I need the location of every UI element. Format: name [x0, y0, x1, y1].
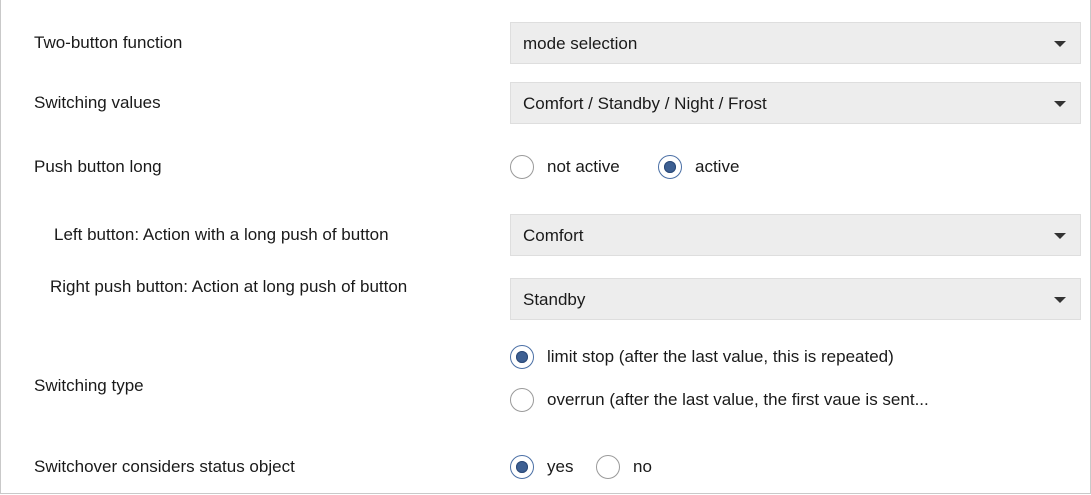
two-button-function-label: Two-button function — [34, 33, 183, 52]
row-right-button-long: Right push button: Action at long push o… — [0, 277, 1091, 320]
radio-label: active — [695, 157, 740, 176]
left-button-long-dropdown[interactable]: Comfort — [510, 214, 1081, 256]
dropdown-value: mode selection — [523, 34, 638, 53]
switching-type-label: Switching type — [34, 376, 144, 395]
radio-label: not active — [547, 157, 620, 176]
radio-button-icon — [510, 345, 534, 369]
radio-active[interactable]: active — [658, 155, 739, 179]
radio-button-icon — [658, 155, 682, 179]
dropdown-value: Standby — [523, 290, 586, 309]
chevron-down-icon — [1054, 297, 1066, 303]
switchover-status-label: Switchover considers status object — [34, 457, 295, 476]
row-left-button-long: Left button: Action with a long push of … — [0, 214, 1091, 256]
radio-button-icon — [510, 388, 534, 412]
row-two-button-function: Two-button function mode selection — [0, 22, 1091, 64]
chevron-down-icon — [1054, 41, 1066, 47]
row-switchover-status: Switchover considers status object yes n… — [0, 446, 1091, 488]
switching-values-label: Switching values — [34, 93, 161, 112]
radio-button-icon — [510, 455, 534, 479]
two-button-function-dropdown[interactable]: mode selection — [510, 22, 1081, 64]
radio-no[interactable]: no — [596, 455, 652, 479]
radio-not-active[interactable]: not active — [510, 155, 620, 179]
radio-overrun[interactable]: overrun (after the last value, the first… — [510, 388, 929, 412]
right-button-long-label: Right push button: Action at long push o… — [50, 277, 408, 296]
radio-button-icon — [510, 155, 534, 179]
row-switching-values: Switching values Comfort / Standby / Nig… — [0, 82, 1091, 124]
radio-label: overrun (after the last value, the first… — [547, 390, 929, 409]
radio-limit-stop[interactable]: limit stop (after the last value, this i… — [510, 345, 894, 369]
right-button-long-dropdown[interactable]: Standby — [510, 278, 1081, 320]
radio-label: no — [633, 457, 652, 476]
row-switching-type: Switching type limit stop (after the las… — [0, 343, 1091, 429]
dropdown-value: Comfort — [523, 226, 584, 245]
left-button-long-label: Left button: Action with a long push of … — [54, 225, 389, 244]
push-button-long-label: Push button long — [34, 157, 162, 176]
chevron-down-icon — [1054, 233, 1066, 239]
radio-label: limit stop (after the last value, this i… — [547, 347, 894, 366]
switching-values-dropdown[interactable]: Comfort / Standby / Night / Frost — [510, 82, 1081, 124]
chevron-down-icon — [1054, 101, 1066, 107]
radio-button-icon — [596, 455, 620, 479]
radio-label: yes — [547, 457, 574, 476]
row-push-button-long: Push button long not active active — [0, 146, 1091, 188]
radio-yes[interactable]: yes — [510, 455, 573, 479]
dropdown-value: Comfort / Standby / Night / Frost — [523, 94, 767, 113]
